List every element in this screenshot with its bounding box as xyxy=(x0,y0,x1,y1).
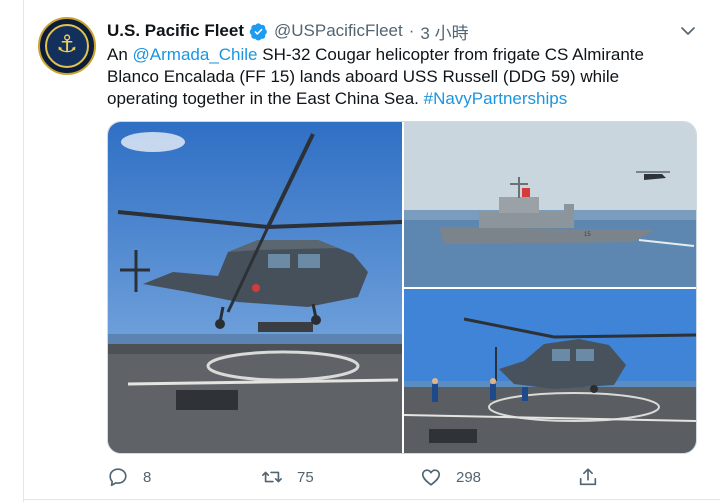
heart-icon xyxy=(421,469,441,486)
retweet-button[interactable]: 75 xyxy=(261,464,314,490)
reply-button[interactable]: 8 xyxy=(107,464,151,490)
hashtag-link[interactable]: #NavyPartnerships xyxy=(424,89,568,108)
anchor-icon: ⚓ xyxy=(56,30,78,58)
tweet-actions: 8 75 298 xyxy=(107,464,697,490)
like-button[interactable]: 298 xyxy=(420,464,481,490)
tweet-text: An @Armada_Chile SH-32 Cougar helicopter… xyxy=(107,44,692,110)
chevron-down-icon[interactable] xyxy=(678,22,698,40)
tweet-text-prefix: An xyxy=(107,45,133,64)
helicopter-landing-photo[interactable] xyxy=(108,122,402,453)
frigate-at-sea-photo[interactable]: 15 xyxy=(404,122,696,287)
author-handle[interactable]: @USPacificFleet xyxy=(274,21,403,41)
divider xyxy=(23,499,720,500)
share-icon xyxy=(579,468,597,486)
header-separator: · xyxy=(408,21,415,40)
media-grid: 15 xyxy=(107,121,697,454)
helicopter-on-deck-photo[interactable] xyxy=(404,289,696,453)
reply-icon xyxy=(109,468,127,487)
verified-badge-icon xyxy=(249,22,267,40)
mention-link[interactable]: @Armada_Chile xyxy=(133,45,258,64)
retweet-count: 75 xyxy=(297,468,314,486)
avatar[interactable]: ⚓ xyxy=(38,17,96,75)
tweet-timestamp[interactable]: 3 小時 xyxy=(420,19,468,44)
reply-count: 8 xyxy=(143,468,152,486)
retweet-icon xyxy=(262,471,282,483)
share-button[interactable] xyxy=(577,464,613,490)
tweet-header: U.S. Pacific Fleet @USPacificFleet · 3 小… xyxy=(107,19,469,43)
svg-text:15: 15 xyxy=(584,232,591,238)
like-count: 298 xyxy=(456,468,482,486)
author-name[interactable]: U.S. Pacific Fleet xyxy=(107,21,244,41)
